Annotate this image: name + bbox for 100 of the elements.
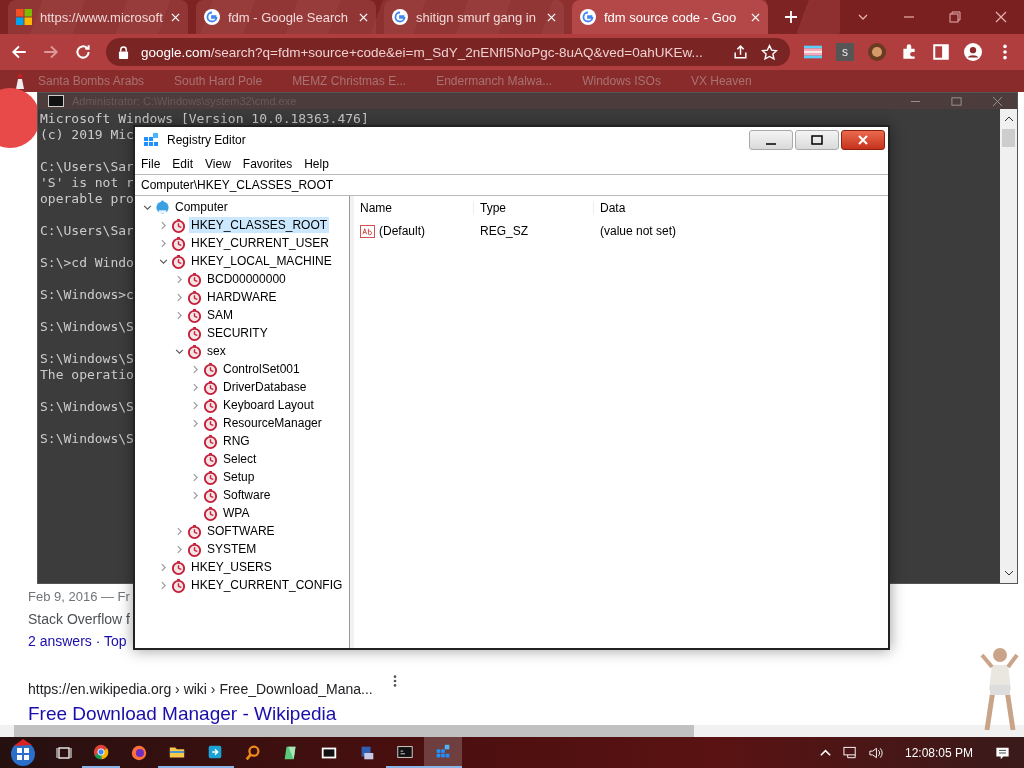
value-type: REG_SZ — [479, 224, 529, 238]
start-button[interactable] — [8, 737, 38, 768]
key-icon — [187, 325, 202, 341]
key-icon — [203, 415, 218, 431]
tree-item[interactable]: ControlSet001 — [221, 361, 302, 377]
tree-item[interactable]: Software — [221, 487, 273, 503]
tree-item[interactable]: HKEY_CLASSES_ROOT — [189, 217, 330, 233]
tree-item[interactable]: ResourceManager — [221, 415, 324, 431]
notification-icon[interactable] — [995, 745, 1010, 760]
value-data: (value not set) — [599, 224, 678, 238]
tree-item[interactable]: HKEY_LOCAL_MACHINE — [189, 253, 334, 269]
horizontal-scrollbar[interactable] — [0, 725, 1024, 737]
tree-item[interactable]: HKEY_CURRENT_CONFIG — [189, 577, 345, 593]
menu-item[interactable]: Edit — [172, 156, 194, 171]
lock-icon — [118, 45, 129, 59]
tree-item[interactable]: HKEY_USERS — [189, 559, 274, 575]
close-icon — [857, 134, 869, 146]
more-icon[interactable] — [392, 674, 398, 688]
registry-icon — [143, 132, 159, 148]
menu-item[interactable]: Help — [304, 156, 329, 171]
reload-icon[interactable] — [74, 43, 92, 61]
address-field[interactable]: Computer\HKEY_CLASSES_ROOT — [135, 174, 888, 196]
collapse-icon[interactable] — [175, 346, 184, 356]
tree-item[interactable]: WPA — [221, 505, 252, 521]
key-icon — [203, 487, 218, 503]
console-line: The operatio — [40, 367, 134, 383]
star-icon[interactable] — [761, 43, 778, 61]
figure-icon — [14, 73, 26, 89]
collapse-icon[interactable] — [143, 202, 152, 212]
vertical-scrollbar[interactable] — [1000, 109, 1017, 583]
column-header[interactable]: Data — [594, 201, 754, 215]
result-date: Feb 9, 2016 — Fr — [28, 588, 130, 606]
forward-icon[interactable] — [42, 43, 60, 61]
tree-item[interactable]: Computer — [173, 199, 230, 215]
key-icon — [171, 577, 186, 593]
tree-item[interactable]: Setup — [221, 469, 257, 485]
minimize-button[interactable] — [749, 130, 793, 150]
scroll-down-icon[interactable] — [1003, 569, 1014, 577]
column-header[interactable]: Name — [354, 201, 474, 215]
menu-item[interactable]: File — [141, 156, 161, 171]
column-header[interactable]: Type — [474, 201, 594, 215]
tree-item[interactable]: HARDWARE — [205, 289, 279, 305]
clock[interactable]: 12:08:05 PM — [904, 745, 973, 760]
close-icon[interactable] — [992, 95, 1003, 107]
maximize-icon — [811, 134, 823, 146]
flag-icon[interactable] — [804, 43, 822, 61]
scroll-up-icon[interactable] — [1003, 115, 1014, 123]
address-bar[interactable]: google.com/search?q=fdm+source+code&ei=m_SdY_2nENfI5NoPgc-8uAQ&ved=0ahUKEw... — [106, 38, 790, 66]
tree-item[interactable]: Select — [221, 451, 259, 467]
value-name[interactable]: (Default) — [379, 224, 425, 238]
tree-item[interactable]: SAM — [205, 307, 235, 323]
key-icon — [187, 541, 202, 557]
string-value-icon — [360, 224, 375, 238]
avatar-icon[interactable] — [868, 43, 886, 61]
browser-tab[interactable]: fdm - Google Search — [196, 0, 376, 34]
key-icon — [171, 235, 186, 251]
collapse-icon[interactable] — [159, 256, 168, 266]
tree-item[interactable]: DriverDatabase — [221, 379, 309, 395]
network-icon[interactable] — [842, 745, 858, 760]
console-line: (c) 2019 Mic — [40, 127, 134, 143]
result-link-link[interactable]: 2 answers · Top — [28, 630, 127, 652]
scroll-thumb[interactable] — [1002, 129, 1015, 147]
console-line: operable pro — [40, 191, 134, 207]
share-icon[interactable] — [732, 43, 749, 61]
tree-item[interactable]: SYSTEM — [205, 541, 259, 557]
browser-icon — [92, 742, 110, 761]
side-panel-icon[interactable] — [932, 43, 950, 61]
console-line: 'S' is not r — [40, 175, 134, 191]
key-icon — [203, 433, 218, 449]
tree-item[interactable]: BCD00000000 — [205, 271, 288, 287]
back-icon[interactable] — [10, 43, 28, 61]
result-title-link[interactable]: Free Download Manager - Wikipedia — [28, 703, 337, 725]
menu-item[interactable]: Favorites — [242, 156, 293, 171]
browser-tab[interactable]: https://www.microsoft — [8, 0, 188, 34]
minimize-icon — [765, 143, 777, 145]
browser-tab[interactable]: fdm source code - Goo — [572, 0, 768, 34]
volume-icon[interactable] — [867, 745, 883, 760]
puzzle-icon[interactable] — [900, 43, 918, 61]
profile-icon[interactable] — [964, 43, 982, 61]
key-icon — [203, 451, 218, 467]
tree-item[interactable]: SOFTWARE — [205, 523, 277, 539]
maximize-button[interactable] — [795, 130, 839, 150]
tree-item[interactable]: SECURITY — [205, 325, 270, 341]
new-tab-icon[interactable] — [784, 10, 798, 24]
key-icon — [203, 505, 218, 521]
browser-tab[interactable]: shitign smurf gang in — [384, 0, 564, 34]
key-icon — [171, 253, 186, 269]
tree-item[interactable]: sex — [205, 343, 228, 359]
extension-button[interactable]: s — [836, 43, 854, 61]
menu-item[interactable]: View — [205, 156, 231, 171]
scroll-thumb[interactable] — [14, 725, 694, 737]
key-icon — [187, 523, 202, 539]
tree-item[interactable]: Keyboard Layout — [221, 397, 316, 413]
key-icon — [203, 361, 218, 377]
task-view-icon[interactable] — [56, 744, 72, 761]
tree-item[interactable]: RNG — [221, 433, 252, 449]
key-icon — [187, 307, 202, 323]
close-button[interactable] — [841, 130, 885, 150]
key-icon — [203, 397, 218, 413]
tree-item[interactable]: HKEY_CURRENT_USER — [189, 235, 332, 251]
